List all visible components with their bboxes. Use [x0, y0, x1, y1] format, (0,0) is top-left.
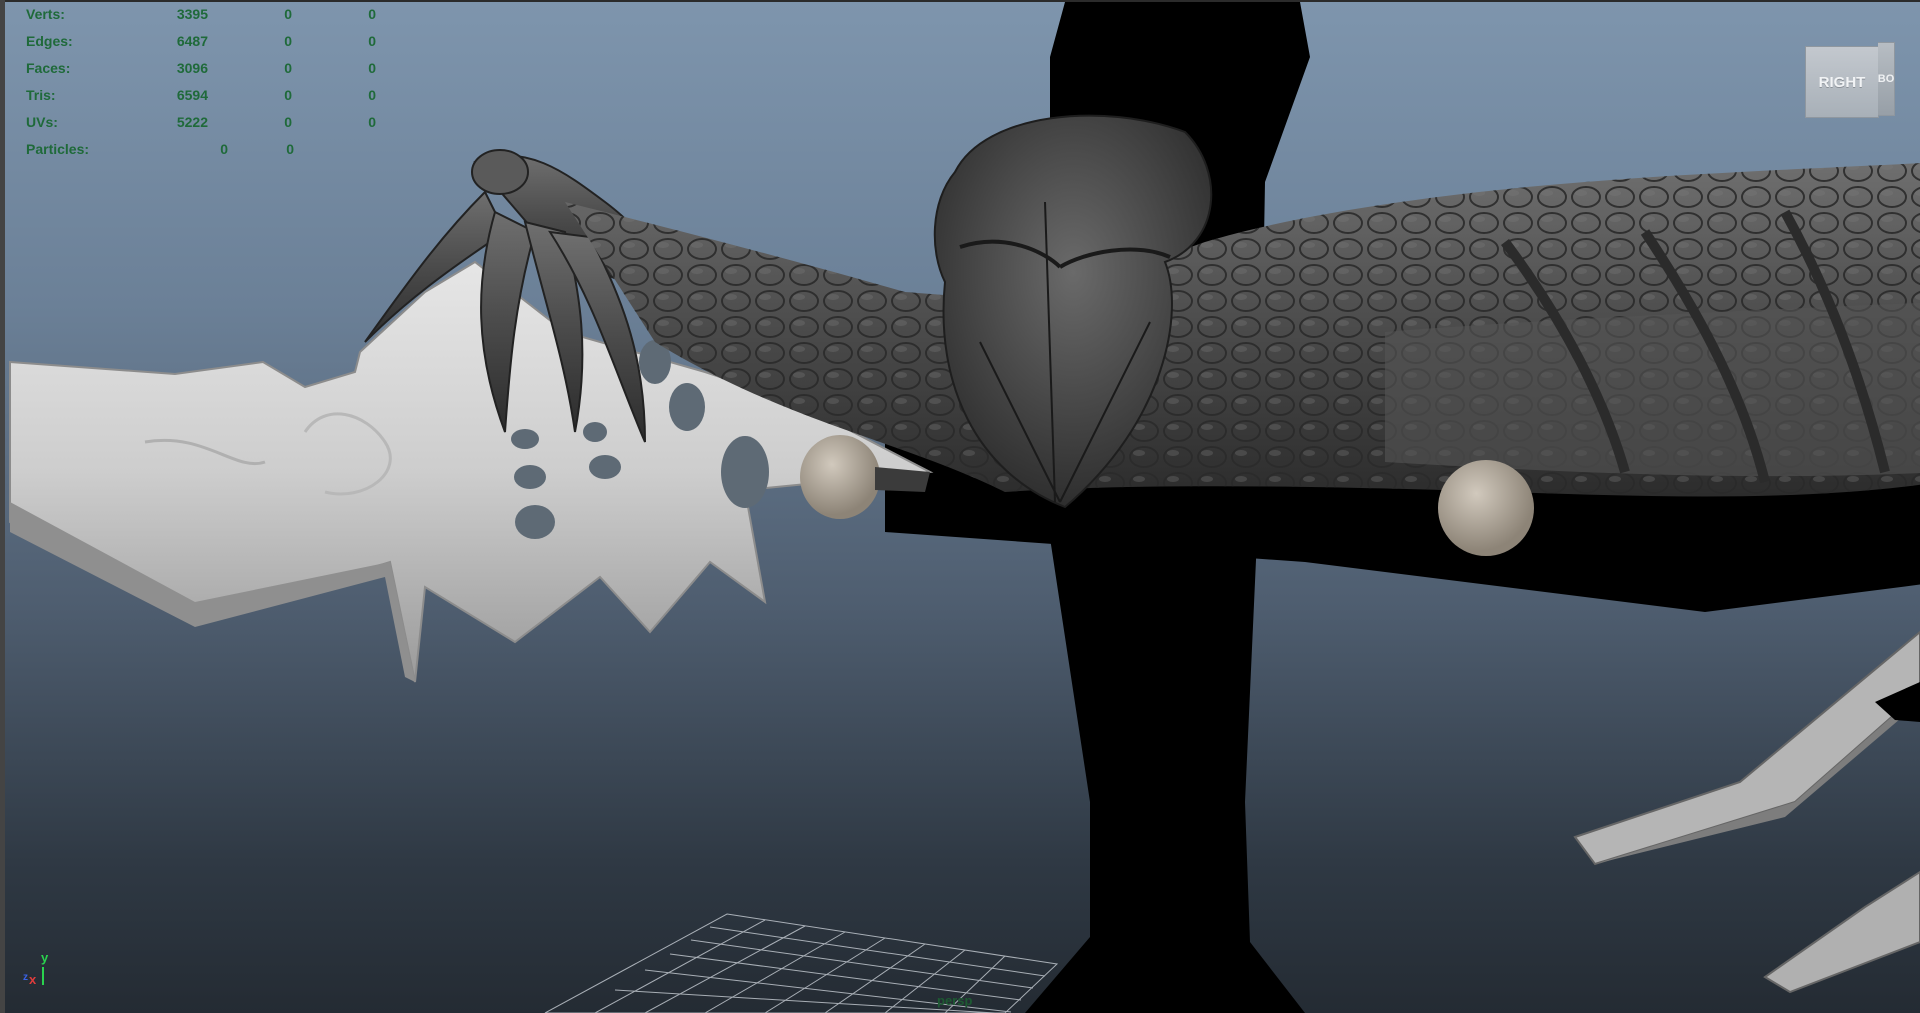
ground-grid — [544, 913, 1059, 1013]
hud-label: Faces: — [26, 60, 71, 76]
hud-value: 3096 — [176, 60, 208, 76]
hud-value: 0 — [368, 114, 376, 130]
hud-value: 0 — [220, 141, 228, 157]
hud-value: 0 — [284, 60, 292, 76]
axis-z-label: z — [23, 972, 28, 983]
hud-row-faces: Faces: 3096 0 0 — [26, 56, 376, 83]
hud-value: 0 — [284, 33, 292, 49]
hud-value: 0 — [284, 6, 292, 22]
hud-label: UVs: — [26, 114, 58, 130]
hud-value: 5222 — [176, 114, 208, 130]
hud-row-verts: Verts: 3395 0 0 — [26, 2, 376, 29]
hud-value: 0 — [286, 141, 294, 157]
hud-row-edges: Edges: 6487 0 0 — [26, 29, 376, 56]
3d-viewport[interactable]: Verts: 3395 0 0 Edges: 6487 0 0 Faces: 3… — [5, 2, 1920, 1013]
axis-y-label: y — [41, 950, 49, 965]
axis-y-line — [42, 967, 44, 985]
viewcube-icon[interactable]: RIGHT BO — [1805, 42, 1895, 118]
hud-row-uvs: UVs: 5222 0 0 — [26, 110, 376, 137]
hud-label: Edges: — [26, 33, 73, 49]
lower-claw-mesh — [1573, 630, 1920, 994]
hud-value: 0 — [368, 33, 376, 49]
viewcube-face-side[interactable]: BO — [1878, 42, 1895, 116]
camera-name-label: persp — [937, 993, 973, 1008]
hud-label: Verts: — [26, 6, 65, 22]
axis-x-label: x — [29, 972, 37, 987]
axis-gizmo-icon: y z x — [19, 950, 59, 990]
hud-value: 0 — [368, 6, 376, 22]
hud-row-particles: Particles: 0 0 — [26, 137, 366, 164]
hud-value: 6594 — [176, 87, 208, 103]
hud-value: 0 — [284, 87, 292, 103]
hud-value: 0 — [368, 87, 376, 103]
hud-value: 0 — [284, 114, 292, 130]
hud-value: 0 — [368, 60, 376, 76]
hud-label: Tris: — [26, 87, 56, 103]
heads-up-display: Verts: 3395 0 0 Edges: 6487 0 0 Faces: 3… — [26, 2, 376, 164]
hud-value: 3395 — [176, 6, 208, 22]
viewcube-face-right[interactable]: RIGHT — [1805, 46, 1879, 118]
hud-row-tris: Tris: 6594 0 0 — [26, 83, 376, 110]
hud-label: Particles: — [26, 141, 90, 157]
hud-value: 6487 — [176, 33, 208, 49]
